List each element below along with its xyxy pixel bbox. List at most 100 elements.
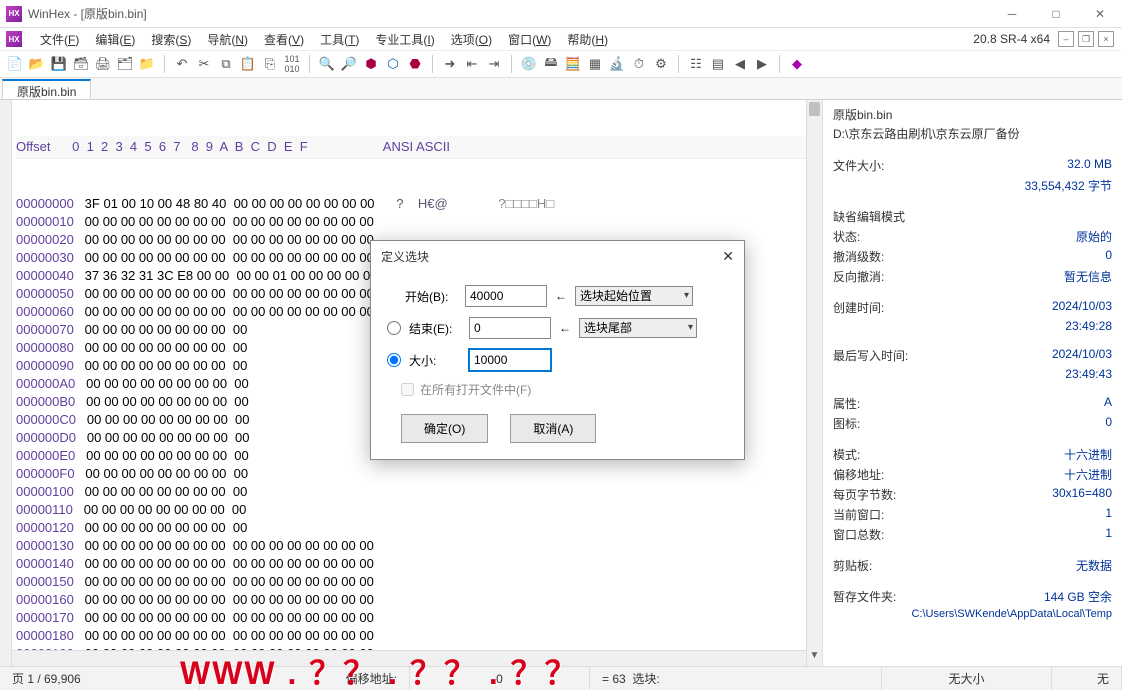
clip-value: 无数据 [1076,557,1112,574]
back-icon[interactable]: ⇤ [463,55,481,73]
save-icon[interactable]: 💾 [50,55,68,73]
scroll-thumb[interactable] [809,102,820,116]
menu-w[interactable]: 窗口(W) [500,29,559,50]
hex-row[interactable]: 00000000 3F 01 00 10 00 48 80 40 00 00 0… [16,195,818,213]
begin-input[interactable] [465,285,547,307]
bytes-value: 33,554,432 字节 [1025,177,1112,194]
menu-n[interactable]: 导航(N) [199,29,256,50]
menu-s[interactable]: 搜索(S) [143,29,199,50]
version-label: 20.8 SR-4 x64 [973,32,1050,46]
grid-icon[interactable]: ▤ [709,55,727,73]
menu-t[interactable]: 工具(T) [312,29,367,50]
size-radio[interactable] [387,353,401,367]
paste-icon[interactable]: 📋 [239,55,257,73]
editmode-label: 缺省编辑模式 [833,208,905,225]
disk-icon[interactable]: 💿 [520,55,538,73]
hex-row[interactable]: 00000110 00 00 00 00 00 00 00 00 00 [16,501,818,519]
hex-row[interactable]: 00000120 00 00 00 00 00 00 00 00 00 [16,519,818,537]
state-label: 状态: [833,228,860,245]
find-text-icon[interactable]: 🔎 [340,55,358,73]
horizontal-scrollbar[interactable] [12,650,806,666]
hex-row[interactable]: 00000010 00 00 00 00 00 00 00 00 00 00 0… [16,213,818,231]
prev-icon[interactable]: ◀ [731,55,749,73]
ok-button[interactable]: 确定(O) [401,414,488,443]
calc-icon[interactable]: 🧮 [564,55,582,73]
find-icon[interactable]: 🔍 [318,55,336,73]
info-sidebar: 原版bin.bin D:\京东云路由刷机\京东云原厂备份 文件大小:32.0 M… [822,100,1122,666]
dialog-close-icon[interactable]: ✕ [722,248,734,265]
menu-o[interactable]: 选项(O) [443,29,500,50]
maximize-button[interactable]: □ [1034,0,1078,28]
paste-hex-icon[interactable]: 101010 [283,55,301,73]
mdi-close-icon[interactable]: × [1098,31,1114,47]
mdi-restore-icon[interactable]: ❐ [1078,31,1094,47]
mdi-minimize-icon[interactable]: – [1058,31,1074,47]
offsets-value: 十六进制 [1064,466,1112,483]
options-icon[interactable]: ☷ [687,55,705,73]
saveas-icon[interactable]: 🗃 [72,55,90,73]
cut-icon[interactable]: ✂ [195,55,213,73]
scroll-down-icon[interactable]: ▼ [807,650,822,666]
attr-label: 属性: [833,395,860,412]
toolbar: 📄 📂 💾 🗃 🖨 🗂 📁 ↶ ✂ ⧉ 📋 ⎘ 101010 🔍 🔎 ⬢ ⬡ ⬣… [0,50,1122,78]
copy-icon[interactable]: ⧉ [217,55,235,73]
end-radio[interactable] [387,321,401,335]
hex-row[interactable]: 00000150 00 00 00 00 00 00 00 00 00 00 0… [16,573,818,591]
menu-h[interactable]: 帮助(H) [559,29,616,50]
hex-row[interactable]: 00000160 00 00 00 00 00 00 00 00 00 00 0… [16,591,818,609]
menu-v[interactable]: 查看(V) [256,29,312,50]
vertical-scrollbar[interactable]: ▲ ▼ [806,100,822,666]
gear-icon[interactable]: ⚙ [652,55,670,73]
dialog-titlebar[interactable]: 定义选块 ✕ [371,241,744,271]
status-size-label: 无大小 [948,670,984,687]
menu-i[interactable]: 专业工具(I) [367,29,442,50]
stopwatch-icon[interactable]: ⏱ [630,55,648,73]
file-tab[interactable]: 原版bin.bin [2,79,91,99]
icon-value: 0 [1105,415,1112,432]
ram-icon[interactable]: 🖴 [542,55,560,73]
next-icon[interactable]: ▶ [753,55,771,73]
hex-row[interactable]: 00000140 00 00 00 00 00 00 00 00 00 00 0… [16,555,818,573]
print-icon[interactable]: 🖨 [94,55,112,73]
replace-icon[interactable]: ⬡ [384,55,402,73]
statusbar: 页 1 / 69,906 偏移地址: 0 = 63 选块: 无大小 无 [0,666,1122,690]
end-combo[interactable]: 选块尾部 [579,318,697,338]
begin-combo[interactable]: 选块起始位置 [575,286,693,306]
end-label: 结束(E): [409,320,461,337]
written-time: 23:49:43 [1065,367,1112,381]
new-icon[interactable]: 📄 [6,55,24,73]
menu-f[interactable]: 文件(F) [32,29,87,50]
sidebar-path: D:\京东云路由刷机\京东云原厂备份 [833,125,1112,142]
size-value: 32.0 MB [1067,157,1112,174]
copy-hex-icon[interactable]: ⎘ [261,55,279,73]
hex-row[interactable]: 00000180 00 00 00 00 00 00 00 00 00 00 0… [16,627,818,645]
revundo-label: 反向撤消: [833,268,884,285]
hash-icon[interactable]: ▦ [586,55,604,73]
menu-e[interactable]: 编辑(E) [87,29,143,50]
cancel-button[interactable]: 取消(A) [510,414,596,443]
fwd-icon[interactable]: ⇥ [485,55,503,73]
help-icon[interactable]: ◆ [788,55,806,73]
end-input[interactable] [469,317,551,339]
close-button[interactable]: ✕ [1078,0,1122,28]
status-val: = 63 [602,672,626,686]
analyze-icon[interactable]: 🔬 [608,55,626,73]
folder-icon[interactable]: 📁 [138,55,156,73]
window-title: WinHex - [原版bin.bin] [28,5,990,22]
size-input[interactable] [469,349,551,371]
hex-row[interactable]: 000000F0 00 00 00 00 00 00 00 00 00 [16,465,818,483]
bpl-value: 30x16=480 [1052,486,1112,503]
curwin-label: 当前窗口: [833,506,884,523]
hex-row[interactable]: 00000170 00 00 00 00 00 00 00 00 00 00 0… [16,609,818,627]
status-offset-label: 偏移地址: [346,670,397,687]
allfiles-checkbox[interactable] [401,383,414,396]
undo-icon[interactable]: ↶ [173,55,191,73]
find-hex-icon[interactable]: ⬢ [362,55,380,73]
hex-row[interactable]: 00000130 00 00 00 00 00 00 00 00 00 00 0… [16,537,818,555]
goto-icon[interactable]: ➜ [441,55,459,73]
open-icon[interactable]: 📂 [28,55,46,73]
minimize-button[interactable]: ─ [990,0,1034,28]
replace-hex-icon[interactable]: ⬣ [406,55,424,73]
properties-icon[interactable]: 🗂 [116,55,134,73]
hex-row[interactable]: 00000100 00 00 00 00 00 00 00 00 00 [16,483,818,501]
